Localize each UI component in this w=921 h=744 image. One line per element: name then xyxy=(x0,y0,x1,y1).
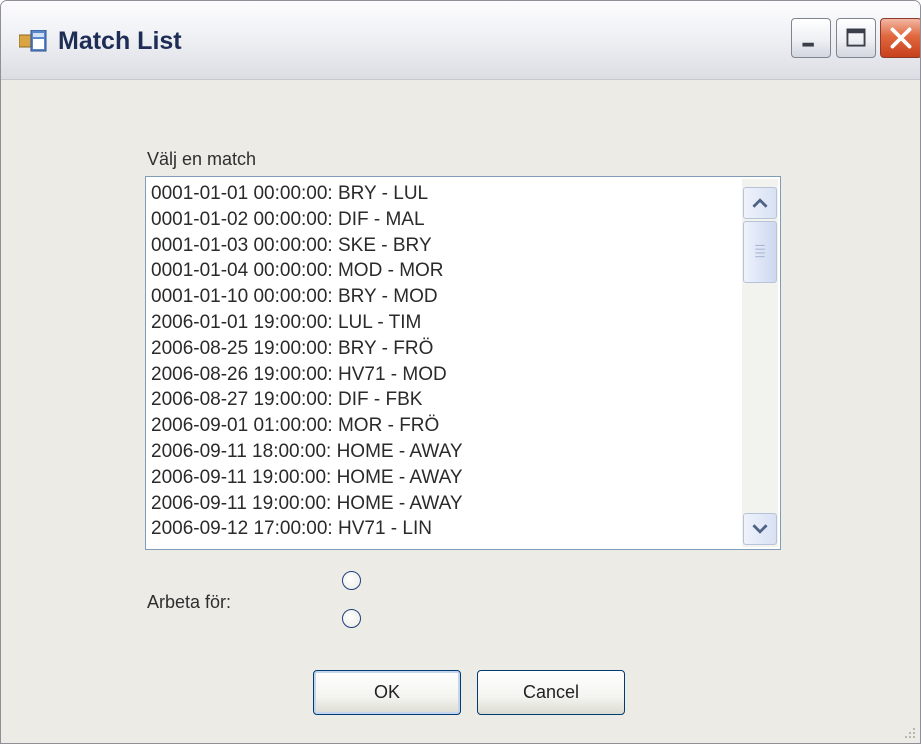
match-list-item[interactable]: 2006-09-11 19:00:00: HOME - AWAY xyxy=(151,465,736,491)
match-list-item[interactable]: 2006-09-12 17:00:00: HV71 - LIN xyxy=(151,516,736,542)
match-listbox[interactable]: 0001-01-01 00:00:00: BRY - LUL 0001-01-02… xyxy=(145,176,781,550)
match-list-items: 0001-01-01 00:00:00: BRY - LUL 0001-01-02… xyxy=(151,181,736,547)
work-for-label: Arbeta för: xyxy=(147,592,232,612)
work-for-radio-2[interactable] xyxy=(342,609,361,628)
minimize-button[interactable] xyxy=(791,18,831,58)
grip-lines-icon xyxy=(755,244,765,258)
close-button[interactable] xyxy=(880,18,920,58)
match-list-item[interactable]: 2006-01-01 19:00:00: LUL - TIM xyxy=(151,310,736,336)
title-bar[interactable]: Match List xyxy=(1,1,920,80)
maximize-icon xyxy=(846,28,866,47)
match-list-item[interactable]: 2006-08-27 19:00:00: DIF - FBK xyxy=(151,387,736,413)
resize-grip-icon[interactable] xyxy=(903,726,917,740)
scroll-thumb[interactable] xyxy=(743,221,777,283)
match-list-item[interactable]: 2006-09-11 19:00:00: HOME - AWAY xyxy=(151,491,736,517)
chevron-down-icon xyxy=(752,524,768,534)
work-for-radio-1[interactable] xyxy=(342,571,361,590)
close-icon xyxy=(890,27,912,49)
match-list-item[interactable]: 2006-09-01 01:00:00: MOR - FRÖ xyxy=(151,413,736,439)
form-window-icon xyxy=(19,30,47,52)
match-list-window: Match List Välj en match 0001-01-01 00:0… xyxy=(0,0,921,744)
select-match-label: Välj en match xyxy=(147,149,257,169)
match-list-item[interactable]: 0001-01-01 00:00:00: BRY - LUL xyxy=(151,181,736,207)
chevron-up-icon xyxy=(752,198,768,208)
match-list-item[interactable]: 0001-01-02 00:00:00: DIF - MAL xyxy=(151,207,736,233)
match-list-item[interactable]: 0001-01-04 00:00:00: MOD - MOR xyxy=(151,258,736,284)
scroll-up-button[interactable] xyxy=(743,187,777,219)
maximize-button[interactable] xyxy=(836,18,876,58)
listbox-scrollbar[interactable] xyxy=(742,179,778,547)
match-list-item[interactable]: 0001-01-10 00:00:00: BRY - MOD xyxy=(151,284,736,310)
match-list-item[interactable]: 2006-08-26 19:00:00: HV71 - MOD xyxy=(151,362,736,388)
minimize-icon xyxy=(802,42,814,47)
window-title: Match List xyxy=(58,27,182,55)
match-list-item[interactable]: 2006-09-11 18:00:00: HOME - AWAY xyxy=(151,439,736,465)
ok-button[interactable]: OK xyxy=(313,670,461,715)
match-list-item[interactable]: 2006-08-25 19:00:00: BRY - FRÖ xyxy=(151,336,736,362)
match-list-item[interactable]: 0001-01-03 00:00:00: SKE - BRY xyxy=(151,233,736,259)
cancel-button[interactable]: Cancel xyxy=(477,670,625,715)
scroll-down-button[interactable] xyxy=(743,513,777,545)
